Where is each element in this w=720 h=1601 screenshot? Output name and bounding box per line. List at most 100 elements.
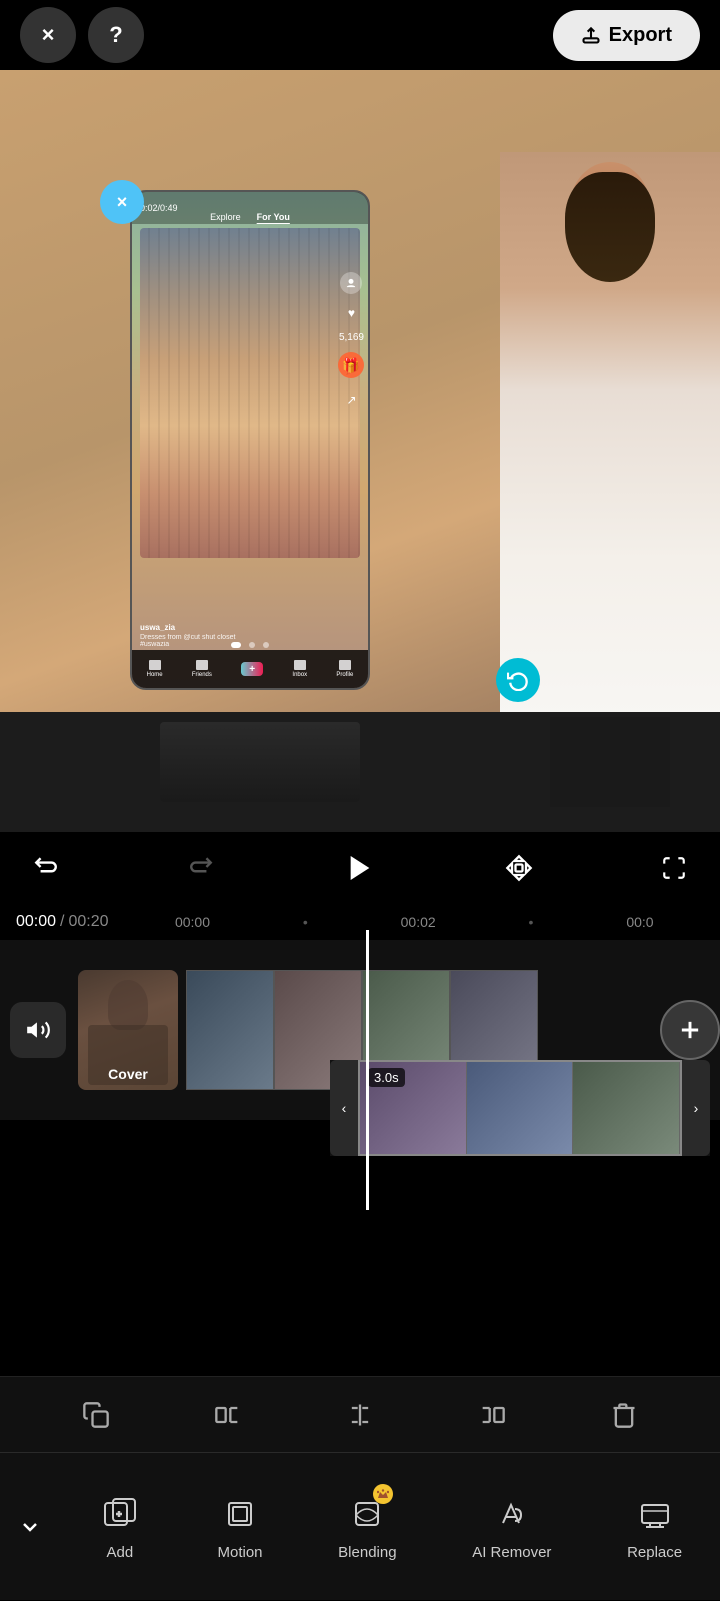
phone-profile-nav-icon: [339, 660, 351, 670]
phone-description: Dresses from @cut shut closet: [140, 634, 360, 641]
phone-gift-badge: 🎁: [338, 352, 364, 378]
export-label: Export: [609, 24, 672, 47]
top-bar-left: × ?: [20, 7, 144, 63]
bottom-nav-replace[interactable]: Replace: [627, 1492, 682, 1561]
phone-add-icon: +: [241, 662, 263, 676]
dot1: [231, 642, 241, 648]
close-overlay-button[interactable]: ×: [100, 180, 144, 224]
marker-end: 00:0: [626, 914, 653, 930]
dark-content-right: [550, 717, 670, 807]
phone-tab-foryou: For You: [257, 212, 290, 222]
export-button[interactable]: Export: [553, 10, 700, 61]
add-clip-button[interactable]: [660, 1000, 720, 1060]
phone-nav-profile-label: Profile: [336, 672, 353, 678]
rotate-button[interactable]: [496, 658, 540, 702]
marker-0: 00:00: [175, 914, 210, 930]
marker-2: 00:02: [401, 914, 436, 930]
split-left-button[interactable]: [203, 1390, 253, 1440]
phone-sidebar: ♥ 5,169 💬 ↗: [339, 272, 364, 407]
phone-nav-bar: Home Friends + Inbox Profile: [132, 650, 368, 688]
phone-nav-home-label: Home: [147, 672, 163, 678]
motion-nav-icon: [218, 1492, 262, 1536]
timeline-markers: 00:00 • 00:02 • 00:0: [109, 914, 720, 930]
phone-profile-icon: [340, 272, 362, 294]
add-nav-icon: [98, 1492, 142, 1536]
cover-person-head: [108, 980, 148, 1030]
volume-button[interactable]: [10, 1002, 66, 1058]
dot3: [263, 642, 269, 648]
second-track-area: ‹ 3.0s ›: [330, 1060, 710, 1156]
redo-button[interactable]: [179, 846, 223, 890]
phone-nav-inbox-label: Inbox: [292, 672, 307, 678]
ai-remover-nav-icon: [490, 1492, 534, 1536]
dark-content-silhouette: [160, 722, 360, 802]
phone-home-icon: [149, 660, 161, 670]
crown-badge: [373, 1484, 393, 1504]
bottom-nav-motion[interactable]: Motion: [217, 1492, 262, 1561]
bottom-nav-down-button[interactable]: [0, 1453, 60, 1601]
phone-username: uswa_zia: [140, 623, 360, 632]
person-hair: [565, 172, 655, 282]
phone-tab-explore: Explore: [210, 212, 241, 222]
marker-dot-1: •: [303, 914, 308, 930]
cover-clip[interactable]: Cover: [78, 970, 178, 1090]
undo-button[interactable]: [24, 846, 68, 890]
cover-label: Cover: [78, 1066, 178, 1082]
fullscreen-button[interactable]: [652, 846, 696, 890]
preview-area: 0:02/0:49 Explore For You ♥ 5,169 💬 ↗: [0, 70, 720, 832]
add-nav-label: Add: [106, 1544, 133, 1561]
playhead: [366, 930, 369, 1210]
clip-thumb-1[interactable]: [186, 970, 274, 1090]
blending-nav-icon: [345, 1492, 389, 1536]
phone-progress-dots: [132, 642, 368, 648]
phone-nav-add: +: [241, 662, 263, 676]
track-left-arrow[interactable]: ‹: [330, 1060, 358, 1156]
bottom-nav: Add Motion: [0, 1452, 720, 1600]
gate-overlay: [140, 228, 360, 558]
timeline-row: 00:00 / 00:20 00:00 • 00:02 • 00:0: [0, 904, 720, 940]
ai-remover-nav-label: AI Remover: [472, 1544, 551, 1561]
motion-nav-label: Motion: [217, 1544, 262, 1561]
blending-nav-label: Blending: [338, 1544, 396, 1561]
top-bar: × ? Export: [0, 0, 720, 70]
phone-tabs: Explore For You: [132, 212, 368, 222]
phone-nav-home: Home: [147, 660, 163, 678]
copy-tool-button[interactable]: [71, 1390, 121, 1440]
preview-bottom-dark: [0, 712, 720, 832]
phone-inbox-icon: [294, 660, 306, 670]
phone-video-content: [140, 228, 360, 558]
delete-tool-button[interactable]: [599, 1390, 649, 1440]
split-right-button[interactable]: [467, 1390, 517, 1440]
time-current: 00:00: [16, 913, 56, 931]
track-thumb-2: [467, 1062, 574, 1154]
phone-share-icon: ↗: [346, 393, 356, 407]
replace-nav-label: Replace: [627, 1544, 682, 1561]
phone-nav-friends-label: Friends: [192, 672, 212, 678]
marker-dot-2: •: [529, 914, 534, 930]
phone-nav-inbox: Inbox: [292, 660, 307, 678]
play-button[interactable]: [334, 842, 386, 894]
split-center-button[interactable]: [335, 1390, 385, 1440]
dot2: [249, 642, 255, 648]
phone-nav-friends: Friends: [192, 660, 212, 678]
phone-screen: 0:02/0:49 Explore For You ♥ 5,169 💬 ↗: [132, 192, 368, 688]
timeline-empty: [0, 1156, 720, 1376]
replace-nav-icon: [633, 1492, 677, 1536]
track-thumb-3: [573, 1062, 680, 1154]
phone-like-count: ♥: [348, 306, 355, 320]
track-right-arrow[interactable]: ›: [682, 1060, 710, 1156]
bottom-nav-blending[interactable]: Blending: [338, 1492, 396, 1561]
track-strip: 3.0s: [358, 1060, 682, 1156]
close-button[interactable]: ×: [20, 7, 76, 63]
phone-overlay: 0:02/0:49 Explore For You ♥ 5,169 💬 ↗: [130, 190, 370, 690]
phone-nav-profile: Profile: [336, 660, 353, 678]
controls-row: [0, 832, 720, 904]
time-separator: /: [60, 913, 64, 931]
bottom-nav-add[interactable]: Add: [98, 1492, 142, 1561]
edit-toolbar: [0, 1376, 720, 1452]
help-button[interactable]: ?: [88, 7, 144, 63]
time-total: 00:20: [69, 913, 109, 931]
bottom-nav-ai-remover[interactable]: AI Remover: [472, 1492, 551, 1561]
bottom-nav-items: Add Motion: [60, 1492, 720, 1561]
keyframe-button[interactable]: [497, 846, 541, 890]
